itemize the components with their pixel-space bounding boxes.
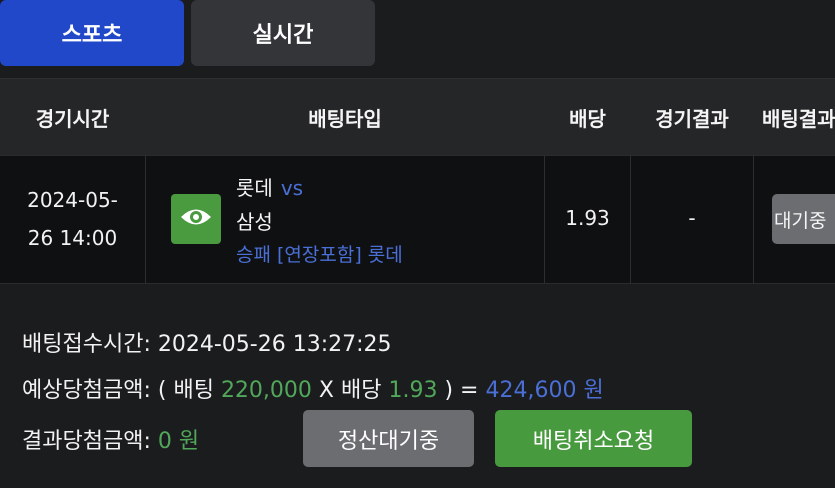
status-badge: 대기중 bbox=[772, 194, 835, 244]
table-row: 2024-05- 26 14:00 롯데 vs 삼성 승패 [연장포함] 롯데 1… bbox=[0, 155, 835, 284]
cell-game-time: 2024-05- 26 14:00 bbox=[0, 156, 146, 283]
header-game-result: 경기결과 bbox=[655, 107, 729, 131]
matchup-home: 롯데 vs bbox=[236, 172, 303, 201]
cell-bet-result: 대기중 bbox=[754, 156, 835, 283]
cell-game-result: - bbox=[631, 156, 754, 283]
bet-time-label: 배팅접수시간: bbox=[22, 332, 151, 357]
result-win-line: 결과당첨금액: 0 원 bbox=[22, 423, 199, 455]
table-header: 경기시간 배팅타입 배당 경기결과 배팅결과 bbox=[0, 78, 835, 156]
header-bet-result: 배팅결과 bbox=[762, 107, 835, 131]
bet-time-line: 배팅접수시간: 2024-05-26 13:27:25 bbox=[22, 326, 392, 358]
home-team: 롯데 bbox=[236, 176, 273, 200]
close-equals: ) = bbox=[444, 378, 479, 403]
cell-bet-type: 롯데 vs 삼성 승패 [연장포함] 롯데 bbox=[146, 156, 545, 283]
odds-value: 1.93 bbox=[565, 206, 610, 230]
summary-odds-value: 1.93 bbox=[388, 378, 438, 403]
cancel-bet-button[interactable]: 배팅취소요청 bbox=[495, 410, 692, 467]
game-result-value: - bbox=[688, 206, 696, 230]
tab-sports[interactable]: 스포츠 bbox=[0, 0, 184, 66]
bet-label: 배팅 bbox=[173, 378, 214, 403]
away-team: 삼성 bbox=[236, 210, 273, 234]
tab-live[interactable]: 실시간 bbox=[191, 0, 375, 66]
result-label: 결과당첨금액: bbox=[22, 429, 151, 454]
vs-label: vs bbox=[280, 176, 304, 200]
game-time: 26 14:00 bbox=[27, 226, 118, 250]
bet-amount: 220,000 bbox=[220, 378, 312, 403]
view-button[interactable] bbox=[171, 194, 221, 244]
header-game-time: 경기시간 bbox=[35, 107, 110, 131]
game-date: 2024-05- bbox=[27, 188, 118, 212]
result-amount: 0 원 bbox=[157, 429, 200, 454]
cell-odds: 1.93 bbox=[545, 156, 631, 283]
multiply-sign: X bbox=[318, 378, 334, 403]
odds-label: 배당 bbox=[341, 378, 382, 403]
open-paren: ( bbox=[157, 378, 167, 403]
header-bet-type: 배팅타입 bbox=[308, 107, 382, 131]
tab-bar: 스포츠 실시간 bbox=[0, 0, 835, 78]
expected-win-line: 예상당첨금액: ( 배팅 220,000 X 배당 1.93 ) = 424,6… bbox=[22, 372, 604, 404]
expected-amount: 424,600 원 bbox=[485, 378, 604, 403]
bet-time-value: 2024-05-26 13:27:25 bbox=[157, 332, 392, 357]
eye-icon bbox=[179, 206, 213, 232]
settlement-pending-button[interactable]: 정산대기중 bbox=[303, 410, 474, 467]
bet-type-label: 승패 [연장포함] 롯데 bbox=[236, 244, 403, 266]
expected-label: 예상당첨금액: bbox=[22, 378, 151, 403]
header-odds: 배당 bbox=[569, 107, 606, 131]
